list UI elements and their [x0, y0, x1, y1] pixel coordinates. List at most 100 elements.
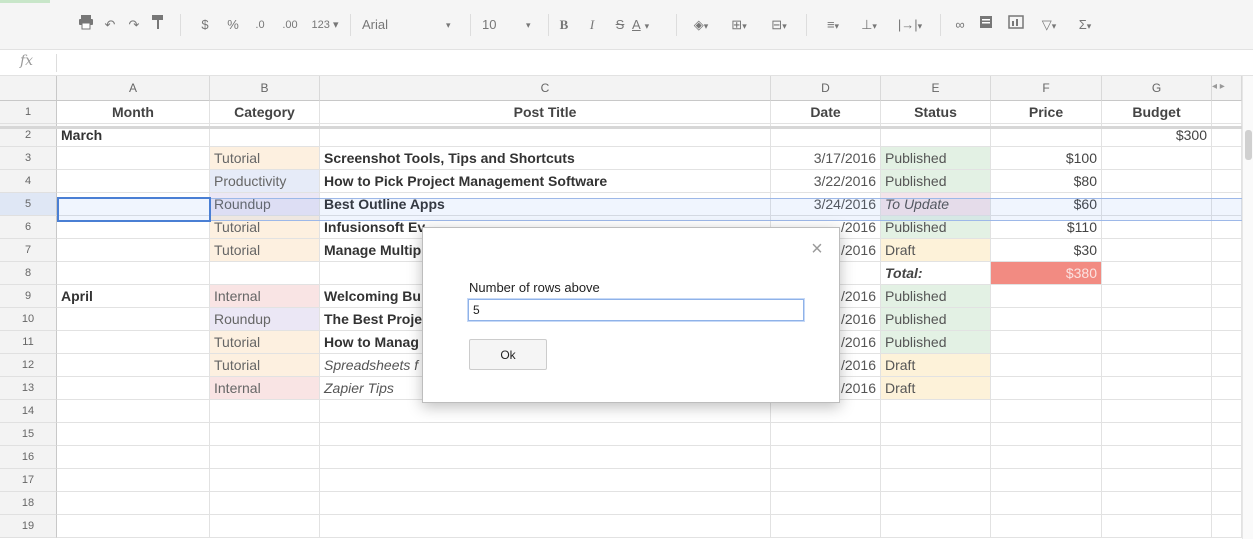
- functions-icon[interactable]: Σ▾: [1070, 14, 1100, 36]
- cell-empty[interactable]: [57, 492, 210, 515]
- cell-category[interactable]: Roundup: [210, 308, 320, 331]
- row-header[interactable]: 1: [0, 101, 57, 124]
- strikethrough-button[interactable]: S: [612, 14, 628, 36]
- cell-empty[interactable]: [991, 515, 1102, 538]
- cell-month[interactable]: [57, 331, 210, 354]
- cell-category[interactable]: Tutorial: [210, 147, 320, 170]
- cell-budget[interactable]: [1102, 170, 1212, 193]
- row-header[interactable]: 14: [0, 400, 57, 423]
- ok-button[interactable]: Ok: [469, 339, 547, 370]
- cell-price[interactable]: [991, 285, 1102, 308]
- header-cell-date[interactable]: Date: [771, 101, 881, 124]
- italic-button[interactable]: I: [584, 14, 600, 36]
- cell-price[interactable]: $60: [991, 193, 1102, 216]
- rows-above-input[interactable]: [468, 299, 804, 321]
- cell-price[interactable]: $100: [991, 147, 1102, 170]
- text-wrapping-icon[interactable]: |→|▾: [890, 14, 930, 36]
- cell-empty[interactable]: [991, 400, 1102, 423]
- row-header[interactable]: 5: [0, 193, 57, 216]
- row-header[interactable]: 12: [0, 354, 57, 377]
- cell-empty[interactable]: [991, 423, 1102, 446]
- cell-empty[interactable]: [1212, 354, 1242, 377]
- cell-empty[interactable]: [1212, 400, 1242, 423]
- cell-empty[interactable]: [1212, 285, 1242, 308]
- cell-empty[interactable]: [320, 515, 771, 538]
- row-header[interactable]: 8: [0, 262, 57, 285]
- cell-category[interactable]: Roundup: [210, 193, 320, 216]
- row-header[interactable]: 17: [0, 469, 57, 492]
- row-header[interactable]: 18: [0, 492, 57, 515]
- decrease-decimal-button[interactable]: .0: [249, 14, 271, 36]
- cell-empty[interactable]: [771, 423, 881, 446]
- row-header[interactable]: 6: [0, 216, 57, 239]
- cell-price[interactable]: $80: [991, 170, 1102, 193]
- cell-category[interactable]: Tutorial: [210, 216, 320, 239]
- cell-date[interactable]: 3/17/2016: [771, 147, 881, 170]
- cell-empty[interactable]: [1212, 331, 1242, 354]
- header-cell-post_title[interactable]: Post Title: [320, 101, 771, 124]
- cell-empty[interactable]: [320, 469, 771, 492]
- cell-empty[interactable]: [881, 469, 991, 492]
- row-header[interactable]: 10: [0, 308, 57, 331]
- cell-empty[interactable]: [1212, 492, 1242, 515]
- vertical-align-icon[interactable]: ⊥▾: [854, 14, 884, 36]
- more-formats-button[interactable]: 123 ▾: [307, 14, 343, 36]
- select-all-corner[interactable]: [0, 76, 57, 101]
- cell-month[interactable]: [57, 262, 210, 285]
- cell-category[interactable]: [210, 262, 320, 285]
- row-header[interactable]: 19: [0, 515, 57, 538]
- cell-month[interactable]: [57, 354, 210, 377]
- row-header[interactable]: 13: [0, 377, 57, 400]
- cell-month[interactable]: [57, 216, 210, 239]
- cell-empty[interactable]: [1212, 377, 1242, 400]
- fill-color-icon[interactable]: ◈▾: [686, 14, 716, 36]
- cell-post-title[interactable]: Best Outline Apps: [320, 193, 771, 216]
- comment-icon[interactable]: [976, 14, 996, 36]
- cell-status[interactable]: To Update: [881, 193, 991, 216]
- cell-budget[interactable]: [1102, 193, 1212, 216]
- cell-status[interactable]: Published: [881, 331, 991, 354]
- cell-empty[interactable]: [881, 446, 991, 469]
- cell-category[interactable]: Tutorial: [210, 331, 320, 354]
- header-cell-price[interactable]: Price: [991, 101, 1102, 124]
- cell-price[interactable]: [991, 308, 1102, 331]
- cell-post-title[interactable]: How to Pick Project Management Software: [320, 170, 771, 193]
- column-header-g[interactable]: G: [1102, 76, 1212, 101]
- horizontal-align-icon[interactable]: ≡▾: [818, 14, 848, 36]
- percent-button[interactable]: %: [225, 14, 241, 36]
- chart-icon[interactable]: [1004, 14, 1028, 36]
- undo-icon[interactable]: ↶: [100, 14, 120, 36]
- close-icon[interactable]: ×: [809, 239, 825, 259]
- header-cell-category[interactable]: Category: [210, 101, 320, 124]
- cell-budget[interactable]: [1102, 377, 1212, 400]
- cell-empty[interactable]: [771, 515, 881, 538]
- cell-empty[interactable]: [991, 469, 1102, 492]
- cell-empty[interactable]: [1102, 400, 1212, 423]
- cell-post-title[interactable]: Screenshot Tools, Tips and Shortcuts: [320, 147, 771, 170]
- cell-empty[interactable]: [57, 446, 210, 469]
- cell-empty[interactable]: [771, 492, 881, 515]
- cell-price[interactable]: $30: [991, 239, 1102, 262]
- cell-status[interactable]: Published: [881, 170, 991, 193]
- cell-empty[interactable]: [1212, 147, 1242, 170]
- font-size-select[interactable]: 10 ▾: [482, 14, 544, 36]
- cell-empty[interactable]: [210, 446, 320, 469]
- column-header-d[interactable]: D: [771, 76, 881, 101]
- cell-month[interactable]: [57, 308, 210, 331]
- column-header-a[interactable]: A: [57, 76, 210, 101]
- header-cell-status[interactable]: Status: [881, 101, 991, 124]
- cell-empty[interactable]: [1212, 308, 1242, 331]
- cell-budget[interactable]: [1102, 308, 1212, 331]
- cell-empty[interactable]: [1212, 469, 1242, 492]
- cell-empty[interactable]: [1102, 515, 1212, 538]
- filter-icon[interactable]: ▽▾: [1034, 14, 1064, 36]
- cell-empty[interactable]: [991, 492, 1102, 515]
- cell-empty[interactable]: [320, 423, 771, 446]
- cell-month[interactable]: [57, 239, 210, 262]
- cell-budget[interactable]: [1102, 216, 1212, 239]
- cell-empty[interactable]: [57, 400, 210, 423]
- cell-empty[interactable]: [210, 469, 320, 492]
- cell-budget[interactable]: [1102, 331, 1212, 354]
- cell-category[interactable]: Internal: [210, 377, 320, 400]
- cell-empty[interactable]: [210, 515, 320, 538]
